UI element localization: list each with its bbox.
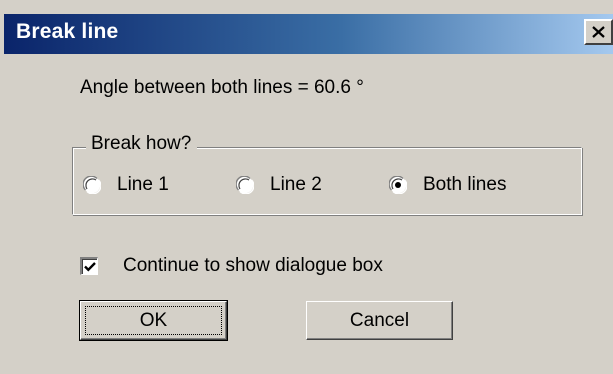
radio-selected-dot bbox=[395, 182, 401, 188]
radio-line-1-label: Line 1 bbox=[117, 174, 169, 195]
close-icon bbox=[592, 26, 605, 38]
continue-show-dialog-label: Continue to show dialogue box bbox=[123, 255, 383, 276]
ok-button-label: OK bbox=[139, 310, 168, 331]
radio-line-1[interactable]: Line 1 bbox=[82, 170, 169, 200]
radio-both-lines-label: Both lines bbox=[423, 174, 507, 195]
break-line-dialog: Break line Angle between both lines = 60… bbox=[0, 0, 613, 374]
continue-show-dialog-checkbox[interactable] bbox=[80, 257, 98, 275]
cancel-button[interactable]: Cancel bbox=[306, 301, 453, 340]
radio-line-2-circle[interactable] bbox=[235, 175, 255, 195]
radio-both-lines[interactable]: Both lines bbox=[388, 170, 507, 200]
radio-both-lines-circle[interactable] bbox=[388, 175, 408, 195]
ok-button[interactable]: OK bbox=[79, 300, 228, 341]
checkmark-icon bbox=[84, 262, 96, 272]
radio-line-2-label: Line 2 bbox=[270, 174, 322, 195]
title-bar[interactable]: Break line bbox=[4, 14, 613, 54]
radio-line-2[interactable]: Line 2 bbox=[235, 170, 322, 200]
continue-show-dialog-option[interactable]: Continue to show dialogue box bbox=[80, 252, 383, 280]
dialog-title: Break line bbox=[16, 20, 119, 43]
break-how-legend: Break how? bbox=[86, 133, 198, 155]
radio-line-1-circle[interactable] bbox=[82, 175, 102, 195]
close-button[interactable] bbox=[584, 19, 613, 45]
cancel-button-label: Cancel bbox=[349, 310, 410, 331]
angle-info-text: Angle between both lines = 60.6 ° bbox=[80, 77, 364, 98]
